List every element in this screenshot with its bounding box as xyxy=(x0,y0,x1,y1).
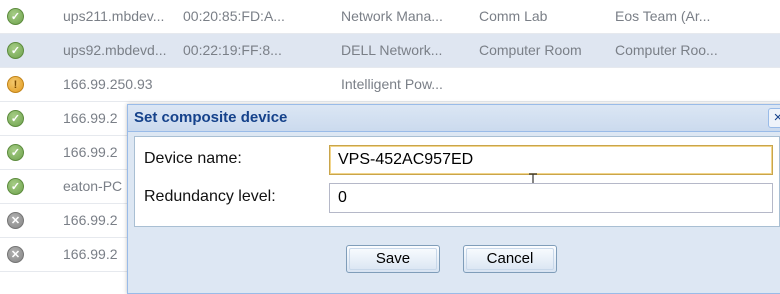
device-name-label: Device name: xyxy=(144,150,242,167)
mac-cell: 00:20:85:FD:A... xyxy=(183,8,285,24)
type-cell: Network Mana... xyxy=(341,8,443,24)
check-circle-icon: ✓ xyxy=(7,144,24,161)
redundancy-level-label: Redundancy level: xyxy=(144,188,276,205)
check-circle-icon: ✓ xyxy=(7,110,24,127)
location-cell: Computer Room xyxy=(479,42,582,58)
host-cell: ups211.mbdev... xyxy=(63,8,165,24)
host-cell: 166.99.2 xyxy=(63,110,118,126)
table-row[interactable]: ! 166.99.250.93 Intelligent Pow... xyxy=(0,68,780,102)
host-cell: 166.99.2 xyxy=(63,246,118,262)
host-cell: ups92.mbdevd... xyxy=(63,42,167,58)
check-circle-icon: ✓ xyxy=(7,42,24,59)
device-name-field[interactable] xyxy=(329,145,773,175)
type-cell: DELL Network... xyxy=(341,42,443,58)
dialog-header[interactable]: Set composite device × xyxy=(128,105,780,132)
dialog-form: Device name: Redundancy level: xyxy=(134,136,780,227)
host-cell: 166.99.2 xyxy=(63,212,118,228)
save-button-label: Save xyxy=(375,250,411,267)
cancel-button-label: Cancel xyxy=(486,250,534,267)
cancel-button[interactable]: Cancel xyxy=(463,245,557,273)
dialog-title: Set composite device xyxy=(134,109,288,126)
x-circle-icon: ✕ xyxy=(7,212,24,229)
table-row[interactable]: ✓ ups211.mbdev... 00:20:85:FD:A... Network … xyxy=(0,0,780,34)
owner-cell: Eos Team (Ar... xyxy=(615,8,711,24)
exclamation-circle-icon: ! xyxy=(7,76,24,93)
type-cell: Intelligent Pow... xyxy=(341,76,443,92)
check-circle-icon: ✓ xyxy=(7,8,24,25)
mac-cell: 00:22:19:FF:8... xyxy=(183,42,282,58)
host-cell: 166.99.250.93 xyxy=(63,76,153,92)
host-cell: eaton-PC xyxy=(63,178,123,194)
owner-cell: Computer Roo... xyxy=(615,42,718,58)
location-cell: Comm Lab xyxy=(479,8,548,24)
table-row[interactable]: ✓ ups92.mbdevd... 00:22:19:FF:8... DELL Net… xyxy=(0,34,780,68)
x-circle-icon: ✕ xyxy=(7,246,24,263)
check-circle-icon: ✓ xyxy=(7,178,24,195)
redundancy-level-field[interactable] xyxy=(329,183,773,213)
save-button[interactable]: Save xyxy=(346,245,440,273)
set-composite-device-dialog: Set composite device × Device name: Redu… xyxy=(127,104,780,294)
host-cell: 166.99.2 xyxy=(63,144,118,160)
close-icon[interactable]: × xyxy=(768,108,780,128)
